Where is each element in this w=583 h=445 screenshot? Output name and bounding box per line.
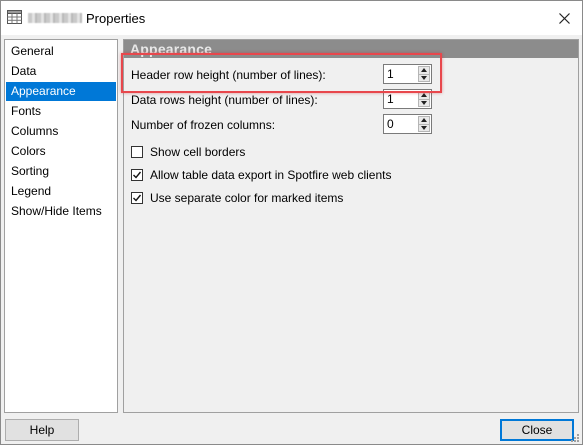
resize-grip-icon[interactable] (570, 433, 580, 443)
close-icon (558, 12, 570, 24)
checkmark-icon (133, 194, 142, 202)
category-list: General Data Appearance Fonts Columns Co… (4, 39, 118, 413)
spin-up-button[interactable] (418, 66, 430, 75)
checkbox-checked[interactable] (131, 169, 143, 181)
data-rows-height-spinner[interactable] (383, 89, 432, 109)
close-window-button[interactable] (551, 6, 577, 30)
sidebar-item-sorting[interactable]: Sorting (6, 162, 116, 181)
sidebar-item-appearance[interactable]: Appearance (6, 82, 116, 101)
spin-up-button[interactable] (418, 91, 430, 100)
separate-marked-color-checkbox[interactable]: Use separate color for marked items (131, 190, 343, 206)
sidebar-item-data[interactable]: Data (6, 62, 116, 81)
checkbox-label: Allow table data export in Spotfire web … (150, 168, 392, 182)
window-title: Properties (86, 11, 146, 26)
title-bar[interactable]: Properties (1, 1, 582, 35)
section-title: Appearance (130, 41, 213, 57)
help-button[interactable]: Help (5, 419, 79, 441)
frozen-columns-input[interactable] (386, 116, 417, 132)
frozen-columns-spinner[interactable] (383, 114, 432, 134)
spin-down-button[interactable] (418, 99, 430, 107)
allow-data-export-checkbox[interactable]: Allow table data export in Spotfire web … (131, 167, 391, 183)
spin-down-button[interactable] (418, 74, 430, 82)
appearance-panel: Appearance Header row height (number of … (123, 39, 579, 413)
sidebar-item-show-hide-items[interactable]: Show/Hide Items (6, 202, 116, 221)
sidebar-item-general[interactable]: General (6, 42, 116, 61)
show-cell-borders-checkbox[interactable]: Show cell borders (131, 144, 245, 160)
sidebar-item-fonts[interactable]: Fonts (6, 102, 116, 121)
header-row-height-label: Header row height (number of lines): (131, 68, 326, 82)
checkbox-unchecked[interactable] (131, 146, 143, 158)
caret-down-icon (421, 100, 427, 105)
data-rows-height-input[interactable] (386, 91, 417, 107)
spin-up-button[interactable] (418, 116, 430, 125)
caret-up-icon (421, 68, 427, 73)
sidebar-item-legend[interactable]: Legend (6, 182, 116, 201)
sidebar-item-columns[interactable]: Columns (6, 122, 116, 141)
data-rows-height-label: Data rows height (number of lines): (131, 93, 318, 107)
close-button[interactable]: Close (500, 419, 574, 441)
section-header: Appearance (124, 40, 578, 58)
sidebar-item-colors[interactable]: Colors (6, 142, 116, 161)
frozen-columns-label: Number of frozen columns: (131, 118, 276, 132)
spin-down-button[interactable] (418, 124, 430, 132)
caret-down-icon (421, 75, 427, 80)
checkbox-checked[interactable] (131, 192, 143, 204)
redacted-title-name (28, 13, 82, 23)
table-icon (7, 10, 22, 24)
header-row-height-spinner[interactable] (383, 64, 432, 84)
caret-down-icon (421, 125, 427, 130)
header-row-height-input[interactable] (386, 66, 417, 82)
caret-up-icon (421, 118, 427, 123)
checkbox-label: Show cell borders (150, 145, 246, 159)
checkbox-label: Use separate color for marked items (150, 191, 344, 205)
caret-up-icon (421, 93, 427, 98)
checkmark-icon (133, 171, 142, 179)
properties-dialog: Properties General Data Appearance Fonts… (0, 0, 583, 445)
